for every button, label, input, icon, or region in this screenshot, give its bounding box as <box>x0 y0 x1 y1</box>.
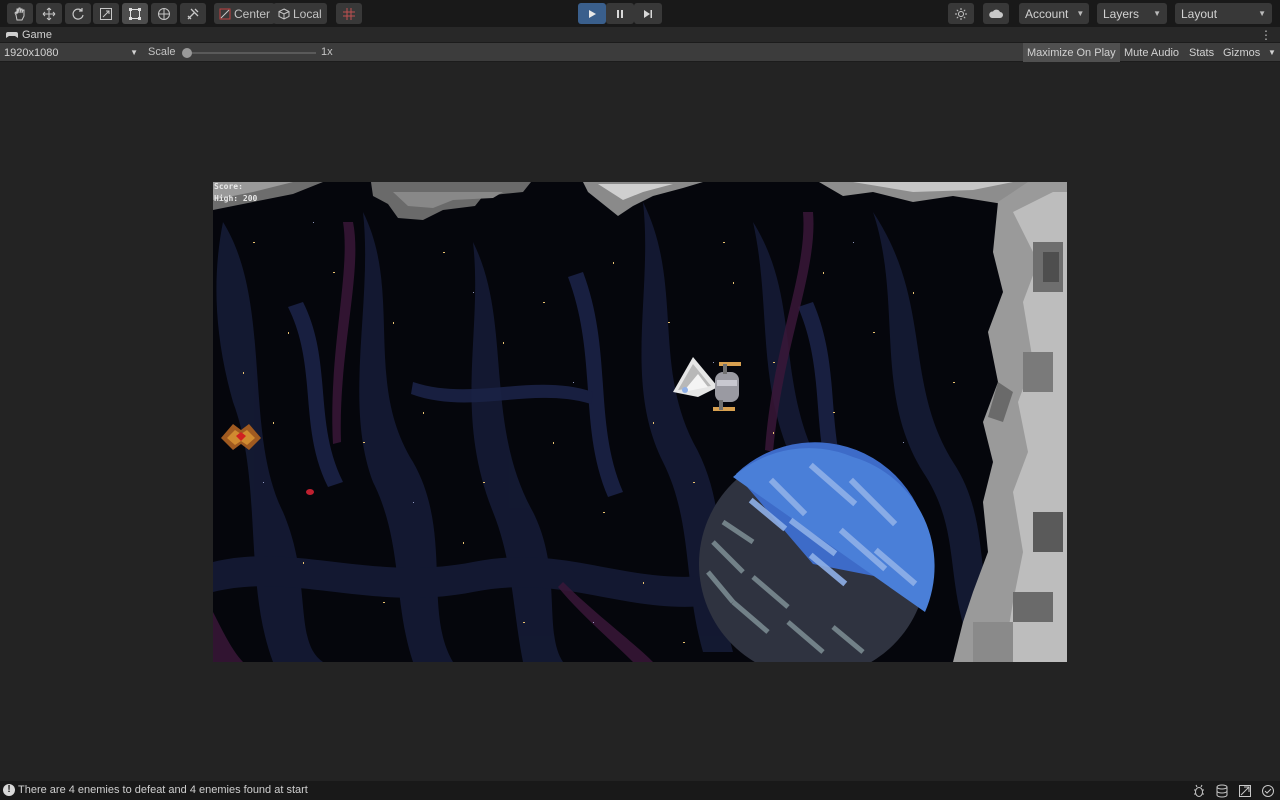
pivot-local-label: Local <box>293 6 322 21</box>
play-icon <box>589 9 596 18</box>
gamepad-icon <box>6 32 18 38</box>
rect-tool-button[interactable] <box>122 3 148 24</box>
gizmos-label: Gizmos <box>1223 46 1261 59</box>
maximize-on-play-toggle[interactable]: Maximize On Play <box>1023 43 1120 62</box>
resolution-dropdown[interactable]: 1920x1080 ▼ <box>0 43 142 62</box>
rotate-tool-button[interactable] <box>65 3 91 24</box>
high-score-label: High: 200 <box>214 194 258 203</box>
bug-icon[interactable] <box>1192 784 1206 798</box>
game-scene <box>213 182 1067 662</box>
layers-dropdown[interactable]: Layers ▼ <box>1097 3 1167 24</box>
layers-label: Layers <box>1103 6 1140 21</box>
services-button[interactable] <box>948 3 974 24</box>
scale-slider[interactable] <box>182 48 316 58</box>
resolution-label: 1920x1080 <box>4 46 59 59</box>
account-dropdown[interactable]: Account ▼ <box>1019 3 1089 24</box>
caret-down-icon: ▼ <box>1153 9 1161 18</box>
caret-down-icon: ▼ <box>130 48 138 57</box>
play-button[interactable] <box>578 3 606 24</box>
transform-icon <box>158 7 170 20</box>
stats-label: Stats <box>1189 46 1215 59</box>
cloud-icon <box>989 9 1003 18</box>
stats-toggle[interactable]: Stats <box>1185 43 1218 62</box>
pivot-center-button[interactable]: Center <box>214 3 276 24</box>
pause-button[interactable] <box>606 3 634 24</box>
sun-icon <box>955 7 967 20</box>
tab-game-label: Game <box>22 29 52 41</box>
tab-bar: Game ⋮ <box>0 27 1280 43</box>
gizmos-toggle[interactable]: Gizmos <box>1219 43 1264 62</box>
transform-tool-button[interactable] <box>151 3 177 24</box>
game-view-bar: 1920x1080 ▼ Scale 1x Maximize On Play Mut… <box>0 43 1280 62</box>
layout-dropdown[interactable]: Layout ▼ <box>1175 3 1272 24</box>
account-label: Account <box>1025 6 1069 21</box>
main-toolbar: Center Local Account ▼ Layers ▼ Layout ▼ <box>0 0 1280 27</box>
status-bar: ! There are 4 enemies to defeat and 4 en… <box>0 781 1280 800</box>
cloud-button[interactable] <box>983 3 1009 24</box>
caret-down-icon: ▼ <box>1258 9 1266 18</box>
scale-value: 1x <box>321 46 333 58</box>
rect-icon <box>129 7 141 20</box>
mute-audio-label: Mute Audio <box>1124 46 1180 59</box>
network-icon[interactable] <box>1238 784 1252 798</box>
step-button[interactable] <box>634 3 662 24</box>
scale-label: Scale <box>148 46 176 58</box>
layout-label: Layout <box>1181 6 1218 21</box>
custom-tool-button[interactable] <box>180 3 206 24</box>
pivot-local-button[interactable]: Local <box>273 3 327 24</box>
maximize-on-play-label: Maximize On Play <box>1027 46 1116 59</box>
rotate-icon <box>72 7 84 20</box>
score-label: Score: <box>214 182 243 191</box>
move-icon <box>42 7 56 20</box>
step-icon <box>644 9 652 18</box>
scale-tool-button[interactable] <box>93 3 119 24</box>
enemy-bullet <box>306 489 314 495</box>
scale-icon <box>100 7 112 20</box>
hand-icon <box>14 7 25 20</box>
pivot-center-label: Center <box>234 6 271 21</box>
pause-icon <box>617 9 623 18</box>
gizmos-dropdown[interactable]: ▼ <box>1264 43 1280 62</box>
move-tool-button[interactable] <box>36 3 62 24</box>
caret-down-icon: ▼ <box>1268 48 1276 57</box>
more-options-icon[interactable]: ⋮ <box>1260 27 1272 43</box>
grid-snap-icon <box>343 7 355 20</box>
scale-slider-handle[interactable] <box>182 48 192 58</box>
tab-game[interactable]: Game <box>0 27 58 43</box>
game-render[interactable]: Score: High: 200 <box>213 182 1067 662</box>
status-message[interactable]: There are 4 enemies to defeat and 4 enem… <box>18 784 308 796</box>
pivot-center-icon <box>219 8 231 19</box>
hand-tool-button[interactable] <box>7 3 33 24</box>
caret-down-icon: ▼ <box>1076 9 1085 18</box>
tools-icon <box>187 8 199 19</box>
check-circle-icon[interactable] <box>1261 784 1275 798</box>
info-icon: ! <box>3 784 15 796</box>
database-icon[interactable] <box>1215 784 1229 798</box>
cube-icon <box>278 7 290 20</box>
snap-grid-button[interactable] <box>336 3 362 24</box>
mute-audio-toggle[interactable]: Mute Audio <box>1120 43 1183 62</box>
